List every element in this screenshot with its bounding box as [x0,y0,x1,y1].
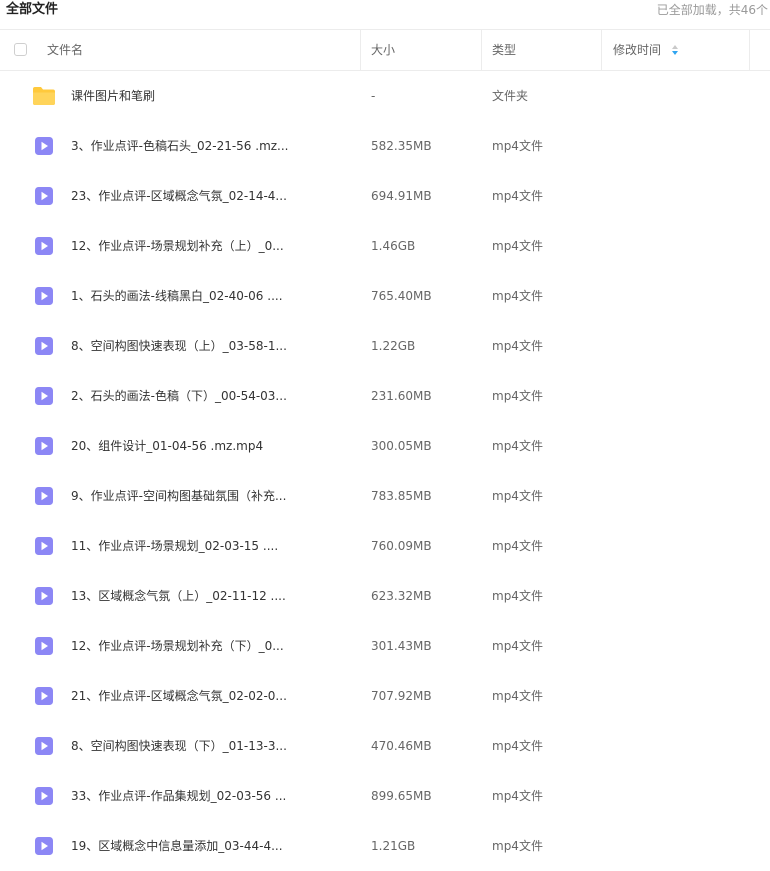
file-size: 783.85MB [371,489,432,503]
column-header-type[interactable]: 类型 [492,30,516,70]
file-size: 231.60MB [371,389,432,403]
file-row[interactable]: 2、石头的画法-色稿（下）_00-54-03... 231.60MB mp4文件 [0,371,770,421]
file-list: 课件图片和笔刷 - 文件夹 3、作业点评-色稿石头_02-21-56 .mz..… [0,71,770,871]
file-row[interactable]: 11、作业点评-场景规划_02-03-15 .... 760.09MB mp4文… [0,521,770,571]
video-file-icon [34,636,54,656]
file-name[interactable]: 3、作业点评-色稿石头_02-21-56 .mz... [71,121,289,171]
file-name[interactable]: 8、空间构图快速表现（下）_01-13-3... [71,721,287,771]
video-file-icon [34,386,54,406]
file-size: 765.40MB [371,289,432,303]
column-divider[interactable] [601,30,602,70]
file-row[interactable]: 19、区域概念中信息量添加_03-44-4... 1.21GB mp4文件 [0,821,770,871]
file-row[interactable]: 12、作业点评-场景规划补充（上）_0... 1.46GB mp4文件 [0,221,770,271]
video-file-icon [34,286,54,306]
file-name[interactable]: 13、区域概念气氛（上）_02-11-12 .... [71,571,286,621]
file-row[interactable]: 3、作业点评-色稿石头_02-21-56 .mz... 582.35MB mp4… [0,121,770,171]
column-divider[interactable] [481,30,482,70]
video-file-icon [34,486,54,506]
file-size: 1.22GB [371,339,416,353]
file-size: 623.32MB [371,589,432,603]
file-type: mp4文件 [492,689,543,703]
video-file-icon [34,786,54,806]
file-type: mp4文件 [492,239,543,253]
file-size: 899.65MB [371,789,432,803]
file-type: mp4文件 [492,339,543,353]
video-file-icon [34,536,54,556]
column-header-modified[interactable]: 修改时间 [613,30,679,70]
file-row[interactable]: 21、作业点评-区域概念气氛_02-02-0... 707.92MB mp4文件 [0,671,770,721]
file-type: mp4文件 [492,189,543,203]
file-size: 582.35MB [371,139,432,153]
column-header-size[interactable]: 大小 [371,30,395,70]
file-row[interactable]: 23、作业点评-区域概念气氛_02-14-4... 694.91MB mp4文件 [0,171,770,221]
file-row[interactable]: 课件图片和笔刷 - 文件夹 [0,71,770,121]
file-name[interactable]: 23、作业点评-区域概念气氛_02-14-4... [71,171,287,221]
file-list-header: 文件名 大小 类型 修改时间 [0,29,770,71]
file-size: 1.46GB [371,239,416,253]
file-name[interactable]: 21、作业点评-区域概念气氛_02-02-0... [71,671,287,721]
file-size: 760.09MB [371,539,432,553]
file-type: mp4文件 [492,589,543,603]
top-bar: 全部文件 已全部加载，共46个 [0,0,770,22]
file-size: 694.91MB [371,189,432,203]
file-row[interactable]: 20、组件设计_01-04-56 .mz.mp4 300.05MB mp4文件 [0,421,770,471]
video-file-icon [34,436,54,456]
file-name[interactable]: 12、作业点评-场景规划补充（上）_0... [71,221,284,271]
file-row[interactable]: 8、空间构图快速表现（上）_03-58-1... 1.22GB mp4文件 [0,321,770,371]
column-header-name[interactable]: 文件名 [47,30,83,70]
file-type: mp4文件 [492,139,543,153]
file-row[interactable]: 9、作业点评-空间构图基础氛围（补充... 783.85MB mp4文件 [0,471,770,521]
file-type: mp4文件 [492,639,543,653]
file-row[interactable]: 1、石头的画法-线稿黑白_02-40-06 .... 765.40MB mp4文… [0,271,770,321]
column-header-modified-label: 修改时间 [613,43,662,57]
file-size: - [371,89,376,103]
select-all-checkbox[interactable] [14,43,27,56]
column-divider[interactable] [749,30,750,70]
file-type: mp4文件 [492,389,543,403]
file-size: 301.43MB [371,639,432,653]
file-row[interactable]: 12、作业点评-场景规划补充（下）_0... 301.43MB mp4文件 [0,621,770,671]
column-divider[interactable] [360,30,361,70]
file-name[interactable]: 11、作业点评-场景规划_02-03-15 .... [71,521,278,571]
file-size: 470.46MB [371,739,432,753]
file-type: mp4文件 [492,539,543,553]
page-title: 全部文件 [6,2,59,17]
file-type: mp4文件 [492,289,543,303]
file-row[interactable]: 8、空间构图快速表现（下）_01-13-3... 470.46MB mp4文件 [0,721,770,771]
file-size: 1.21GB [371,839,416,853]
file-type: mp4文件 [492,489,543,503]
file-name[interactable]: 33、作业点评-作品集规划_02-03-56 ... [71,771,286,821]
video-file-icon [34,236,54,256]
file-row[interactable]: 13、区域概念气氛（上）_02-11-12 .... 623.32MB mp4文… [0,571,770,621]
video-file-icon [34,836,54,856]
load-status: 已全部加载，共46个 [656,3,768,17]
file-size: 300.05MB [371,439,432,453]
video-file-icon [34,336,54,356]
file-name[interactable]: 19、区域概念中信息量添加_03-44-4... [71,821,283,871]
file-type: 文件夹 [492,89,529,103]
sort-icon[interactable] [671,44,679,56]
file-type: mp4文件 [492,789,543,803]
file-type: mp4文件 [492,739,543,753]
file-row[interactable]: 33、作业点评-作品集规划_02-03-56 ... 899.65MB mp4文… [0,771,770,821]
file-name[interactable]: 2、石头的画法-色稿（下）_00-54-03... [71,371,287,421]
file-size: 707.92MB [371,689,432,703]
video-file-icon [34,136,54,156]
video-file-icon [34,586,54,606]
file-name[interactable]: 1、石头的画法-线稿黑白_02-40-06 .... [71,271,283,321]
file-type: mp4文件 [492,439,543,453]
file-type: mp4文件 [492,839,543,853]
file-name[interactable]: 20、组件设计_01-04-56 .mz.mp4 [71,421,263,471]
file-name[interactable]: 课件图片和笔刷 [71,71,155,121]
folder-icon [33,86,55,106]
file-name[interactable]: 12、作业点评-场景规划补充（下）_0... [71,621,284,671]
video-file-icon [34,186,54,206]
file-name[interactable]: 8、空间构图快速表现（上）_03-58-1... [71,321,287,371]
file-name[interactable]: 9、作业点评-空间构图基础氛围（补充... [71,471,286,521]
video-file-icon [34,736,54,756]
video-file-icon [34,686,54,706]
